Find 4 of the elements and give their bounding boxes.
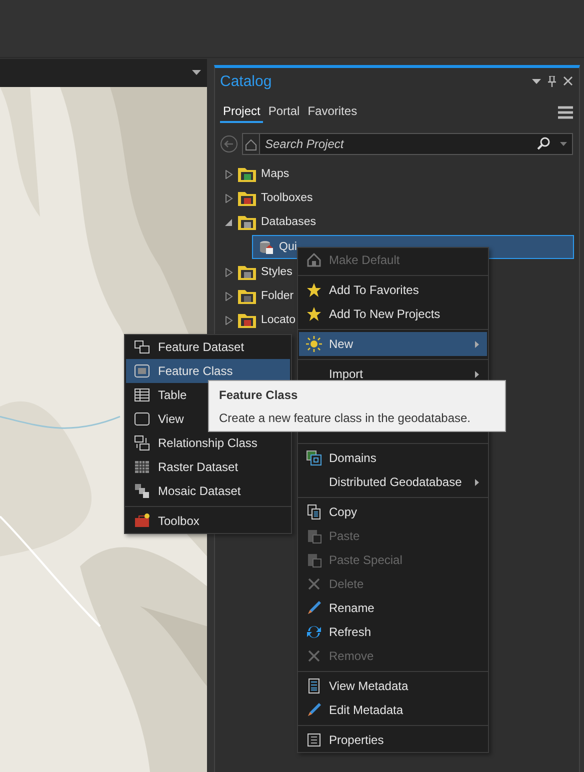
tooltip-text: Create a new feature class in the geodatabase. [219,411,472,425]
tooltip-title: Feature Class [219,388,299,402]
tree-item: Qui [279,241,297,253]
pane-title: Catalog [220,72,272,90]
